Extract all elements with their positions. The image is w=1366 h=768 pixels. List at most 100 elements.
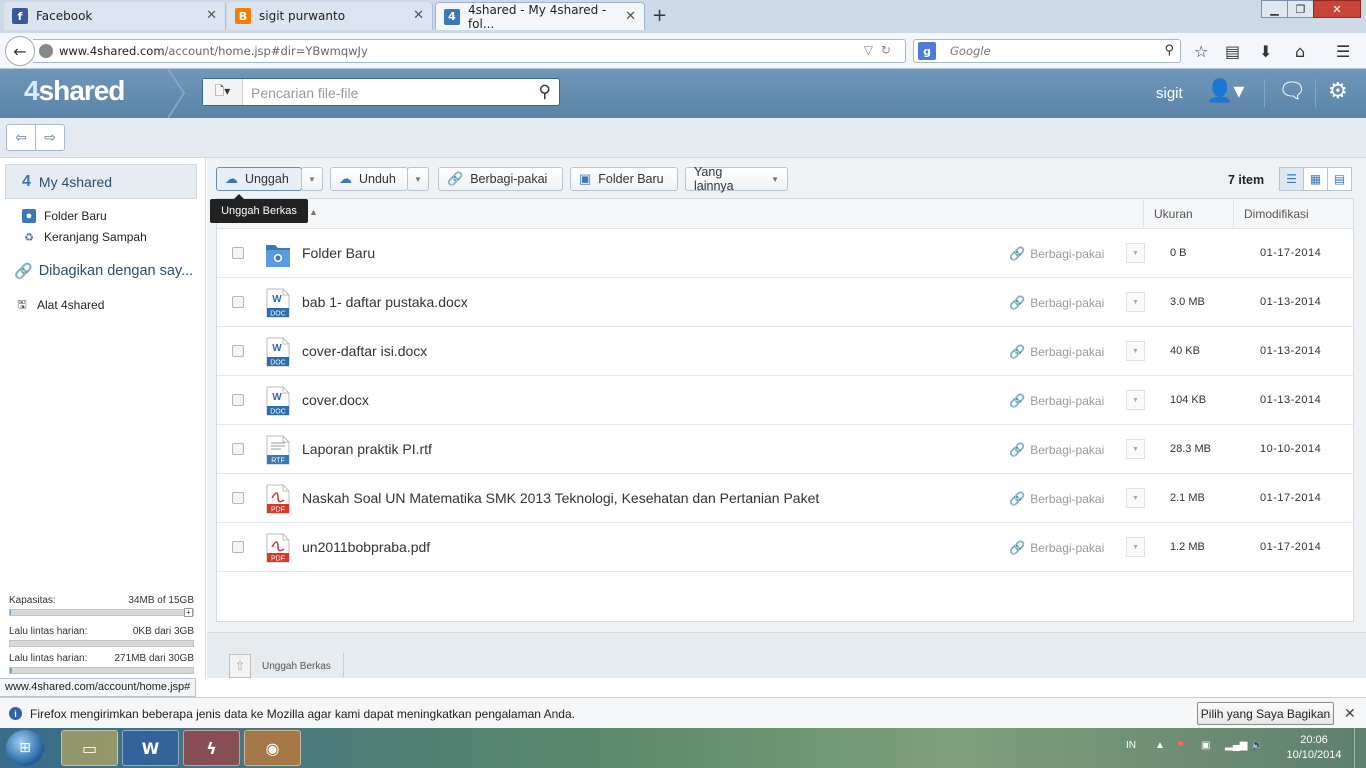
upload-button[interactable]: ☁ Unggah — [216, 167, 302, 191]
reload-icon[interactable]: ▽↻ — [864, 43, 899, 57]
row-checkbox[interactable] — [232, 247, 244, 259]
table-row[interactable]: Folder Baru 🔗 Berbagi-pakai ▼ 0 B 01-17-2014 — [217, 229, 1353, 278]
column-size[interactable]: Ukuran — [1143, 199, 1193, 229]
sidebar-item-tools[interactable]: 🖫 Alat 4shared — [15, 298, 104, 312]
row-menu-dropdown[interactable]: ▼ — [1126, 537, 1145, 557]
user-avatar-icon[interactable]: 👤▾ — [1206, 79, 1244, 104]
row-share-link[interactable]: 🔗 Berbagi-pakai — [1009, 540, 1104, 556]
list-view-icon[interactable]: ☰ — [1279, 167, 1304, 191]
back-button[interactable]: ← — [5, 36, 35, 66]
row-share-link[interactable]: 🔗 Berbagi-pakai — [1009, 344, 1104, 360]
sidebar-item-folder-baru[interactable]: ● Folder Baru — [22, 209, 107, 223]
browser-search-box[interactable]: g Google ⚲ — [913, 39, 1181, 63]
file-name[interactable]: bab 1- daftar pustaka.docx — [302, 294, 468, 310]
bookmark-star-icon[interactable]: ☆ — [1194, 42, 1208, 61]
chat-icon[interactable]: 🗨 — [1278, 79, 1306, 104]
file-name[interactable]: cover.docx — [302, 392, 369, 408]
history-forward-icon[interactable]: ⇨ — [36, 125, 64, 150]
tray-alert-icon[interactable]: ⚑ — [1176, 740, 1185, 751]
close-window-icon[interactable]: ✕ — [1313, 0, 1361, 18]
file-name[interactable]: cover-daftar isi.docx — [302, 343, 427, 359]
tab-facebook[interactable]: f Facebook ✕ — [4, 2, 226, 30]
more-button[interactable]: Yang lainnya ▼ — [685, 165, 788, 193]
table-row[interactable]: W DOC bab 1- daftar pustaka.docx 🔗 Berbagi-p… — [217, 278, 1353, 327]
table-row[interactable]: W DOC cover-daftar isi.docx 🔗 Berbagi-pakai ▼… — [217, 327, 1353, 376]
restore-icon[interactable]: ❐ — [1287, 0, 1314, 18]
file-name[interactable]: Naskah Soal UN Matematika SMK 2013 Tekno… — [302, 490, 819, 506]
download-icon[interactable]: ⬇ — [1259, 42, 1272, 61]
file-name[interactable]: un2011bobpraba.pdf — [302, 539, 430, 555]
add-capacity-icon[interactable]: + — [184, 608, 193, 617]
new-tab-button[interactable]: + — [652, 5, 667, 26]
sidebar-item-trash[interactable]: ♻ Keranjang Sampah — [22, 230, 147, 244]
choose-share-button[interactable]: Pilih yang Saya Bagikan — [1197, 702, 1334, 725]
site-logo[interactable]: 4shared — [24, 75, 125, 107]
firefox-taskbar-icon[interactable]: ◉ — [244, 730, 301, 766]
file-name[interactable]: Laporan praktik PI.rtf — [302, 441, 432, 457]
row-share-link[interactable]: 🔗 Berbagi-pakai — [1009, 393, 1104, 409]
windows-start-icon[interactable]: ⊞ — [6, 730, 44, 766]
row-menu-dropdown[interactable]: ▼ — [1126, 292, 1145, 312]
file-name[interactable]: Folder Baru — [302, 245, 375, 261]
sidebar-shared-with-me[interactable]: 🔗 Dibagikan dengan say... — [14, 262, 193, 280]
row-share-link[interactable]: 🔗 Berbagi-pakai — [1009, 491, 1104, 507]
flash-taskbar-icon[interactable]: ϟ — [183, 730, 240, 766]
table-row[interactable]: RTF Laporan praktik PI.rtf 🔗 Berbagi-pakai ▼… — [217, 425, 1353, 474]
gear-icon[interactable]: ⚙ — [1328, 79, 1348, 104]
search-icon[interactable]: ⚲ — [1164, 43, 1174, 58]
grid-view-icon[interactable]: ▦ — [1303, 167, 1328, 191]
tray-expand-icon[interactable]: ▲ — [1155, 740, 1165, 751]
sort-asc-icon[interactable]: ▲ — [309, 207, 318, 217]
tab-blogger[interactable]: B sigit purwanto ✕ — [227, 2, 433, 30]
row-menu-dropdown[interactable]: ▼ — [1126, 243, 1145, 263]
upload-dropdown[interactable]: ▼ — [301, 167, 323, 191]
download-button[interactable]: ☁ Unduh — [330, 167, 408, 191]
show-desktop-button[interactable] — [1354, 728, 1366, 768]
word-taskbar-icon[interactable]: W — [122, 730, 179, 766]
bookmarks-list-icon[interactable]: ▤ — [1225, 42, 1240, 61]
row-menu-dropdown[interactable]: ▼ — [1126, 488, 1145, 508]
row-menu-dropdown[interactable]: ▼ — [1126, 341, 1145, 361]
home-icon[interactable]: ⌂ — [1295, 42, 1305, 61]
new-folder-button[interactable]: ▣ Folder Baru — [570, 167, 678, 191]
upload-files-label[interactable]: Unggah Berkas — [262, 661, 331, 672]
row-menu-dropdown[interactable]: ▼ — [1126, 390, 1145, 410]
row-checkbox[interactable] — [232, 345, 244, 357]
tab-4shared[interactable]: 4 4shared - My 4shared - fol... ✕ — [435, 2, 645, 31]
file-type-dropdown[interactable]: 🗋▾ — [203, 79, 243, 105]
clock[interactable]: 20:06 10/10/2014 — [1283, 733, 1345, 763]
url-bar[interactable]: www.4shared.com/account/home.jsp#dir=YBw… — [33, 39, 906, 63]
explorer-taskbar-icon[interactable]: ▭ — [61, 730, 118, 766]
close-tab-icon[interactable]: ✕ — [206, 8, 217, 23]
row-checkbox[interactable] — [232, 492, 244, 504]
username[interactable]: sigit — [1156, 85, 1183, 102]
history-back-icon[interactable]: ⇦ — [7, 125, 36, 150]
column-modified[interactable]: Dimodifikasi — [1233, 199, 1309, 229]
upload-file-icon[interactable]: ⇧ — [229, 654, 251, 678]
table-row[interactable]: PDF un2011bobpraba.pdf 🔗 Berbagi-pakai ▼ 1.2 … — [217, 523, 1353, 572]
tray-app-icon[interactable]: ▣ — [1201, 740, 1210, 751]
sidebar-my4shared[interactable]: 4 My 4shared — [5, 164, 197, 199]
menu-icon[interactable]: ☰ — [1336, 42, 1350, 61]
close-tab-icon[interactable]: ✕ — [413, 8, 424, 23]
network-icon[interactable]: ▂▄▆ — [1225, 740, 1247, 751]
table-row[interactable]: PDF Naskah Soal UN Matematika SMK 2013 Te… — [217, 474, 1353, 523]
row-menu-dropdown[interactable]: ▼ — [1126, 439, 1145, 459]
close-tab-icon[interactable]: ✕ — [625, 9, 636, 24]
row-share-link[interactable]: 🔗 Berbagi-pakai — [1009, 442, 1104, 458]
row-share-link[interactable]: 🔗 Berbagi-pakai — [1009, 295, 1104, 311]
close-notification-icon[interactable]: ✕ — [1344, 705, 1356, 722]
minimize-icon[interactable]: ▁ — [1261, 0, 1288, 18]
volume-icon[interactable]: 🔈 — [1251, 740, 1263, 751]
row-checkbox[interactable] — [232, 296, 244, 308]
download-dropdown[interactable]: ▼ — [407, 167, 429, 191]
row-checkbox[interactable] — [232, 443, 244, 455]
row-checkbox[interactable] — [232, 541, 244, 553]
language-indicator[interactable]: IN — [1126, 740, 1136, 751]
search-icon[interactable]: ⚲ — [539, 82, 551, 102]
share-button[interactable]: 🔗 Berbagi-pakai — [438, 167, 563, 191]
url-text[interactable]: www.4shared.com/account/home.jsp#dir=YBw… — [59, 44, 368, 58]
site-search-box[interactable]: 🗋▾ Pencarian file-file ⚲ — [202, 78, 560, 106]
row-checkbox[interactable] — [232, 394, 244, 406]
detail-view-icon[interactable]: ▤ — [1327, 167, 1352, 191]
